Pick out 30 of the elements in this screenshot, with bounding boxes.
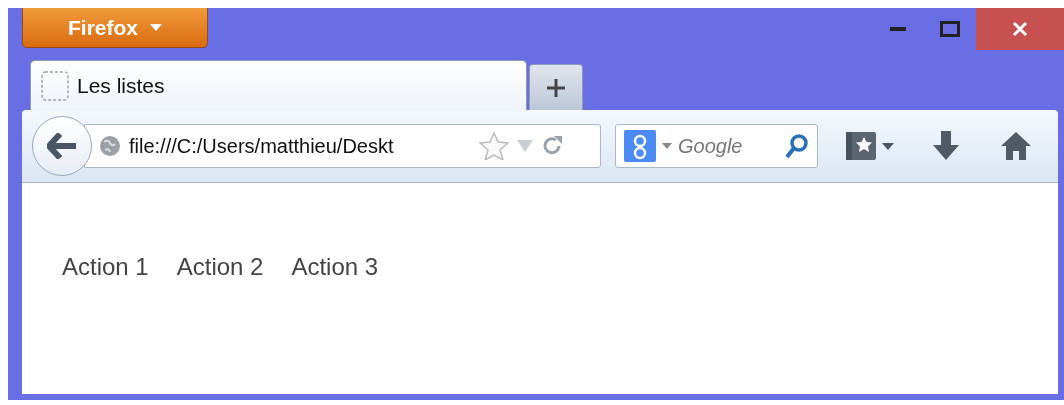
- reload-icon[interactable]: [541, 135, 563, 157]
- minimize-icon: [890, 27, 906, 31]
- back-button[interactable]: [32, 116, 92, 176]
- address-bar[interactable]: file:///C:/Users/matthieu/Deskt: [84, 124, 601, 168]
- new-tab-button[interactable]: [529, 64, 583, 110]
- globe-icon: [99, 135, 121, 157]
- caret-icon: [882, 142, 894, 150]
- url-text: file:///C:/Users/matthieu/Deskt: [129, 134, 395, 158]
- page-icon: [41, 70, 69, 101]
- browser-tab[interactable]: Les listes: [30, 60, 527, 110]
- close-button[interactable]: [976, 8, 1064, 50]
- dropdown-icon[interactable]: [662, 143, 672, 149]
- list-item: Action 1: [62, 253, 149, 281]
- downloads-button[interactable]: [932, 131, 960, 161]
- bookmarks-button[interactable]: [846, 132, 894, 160]
- home-icon: [1000, 131, 1032, 161]
- maximize-icon: [940, 21, 960, 37]
- caret-icon: [150, 23, 162, 32]
- search-icon[interactable]: [785, 133, 809, 159]
- search-placeholder: Google: [678, 134, 744, 158]
- search-engine-icon[interactable]: [624, 130, 656, 162]
- list-item: Action 3: [291, 253, 379, 281]
- download-arrow-icon: [932, 131, 960, 161]
- search-field[interactable]: Google: [615, 124, 818, 168]
- star-icon[interactable]: [479, 132, 509, 160]
- plus-icon: [546, 77, 566, 98]
- list-item: Action 2: [176, 253, 264, 281]
- home-button[interactable]: [1000, 131, 1032, 161]
- back-arrow-icon: [47, 133, 77, 159]
- close-icon: [1012, 21, 1028, 37]
